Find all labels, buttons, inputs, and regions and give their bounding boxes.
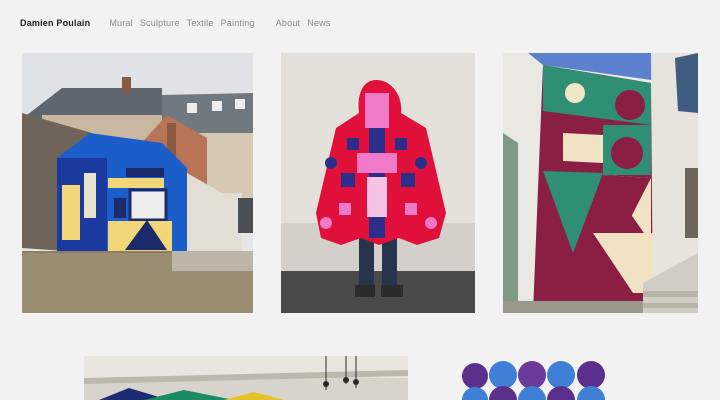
gallery-image-pompom-coat[interactable] xyxy=(281,53,475,313)
gallery-image-painted-house[interactable] xyxy=(22,53,253,313)
gallery-image-interior-installation[interactable] xyxy=(84,356,408,400)
pompom-coat-image xyxy=(281,53,475,313)
nav-mural[interactable]: Mural xyxy=(109,18,133,28)
geometric-mural-image xyxy=(503,53,698,313)
nav-painting[interactable]: Painting xyxy=(221,18,255,28)
nav-about[interactable]: About xyxy=(276,18,301,28)
top-navigation: Damien Poulain Mural Sculpture Textile P… xyxy=(20,18,338,28)
nav-sculpture[interactable]: Sculpture xyxy=(140,18,180,28)
gallery-image-pompom-sculpture[interactable] xyxy=(455,356,615,400)
interior-installation-image xyxy=(84,356,408,400)
nav-textile[interactable]: Textile xyxy=(187,18,214,28)
nav-news[interactable]: News xyxy=(307,18,330,28)
pompom-sculpture-image xyxy=(455,356,615,400)
painted-house-image xyxy=(22,53,253,313)
gallery-image-geometric-mural[interactable] xyxy=(503,53,698,313)
site-brand[interactable]: Damien Poulain xyxy=(20,18,90,28)
